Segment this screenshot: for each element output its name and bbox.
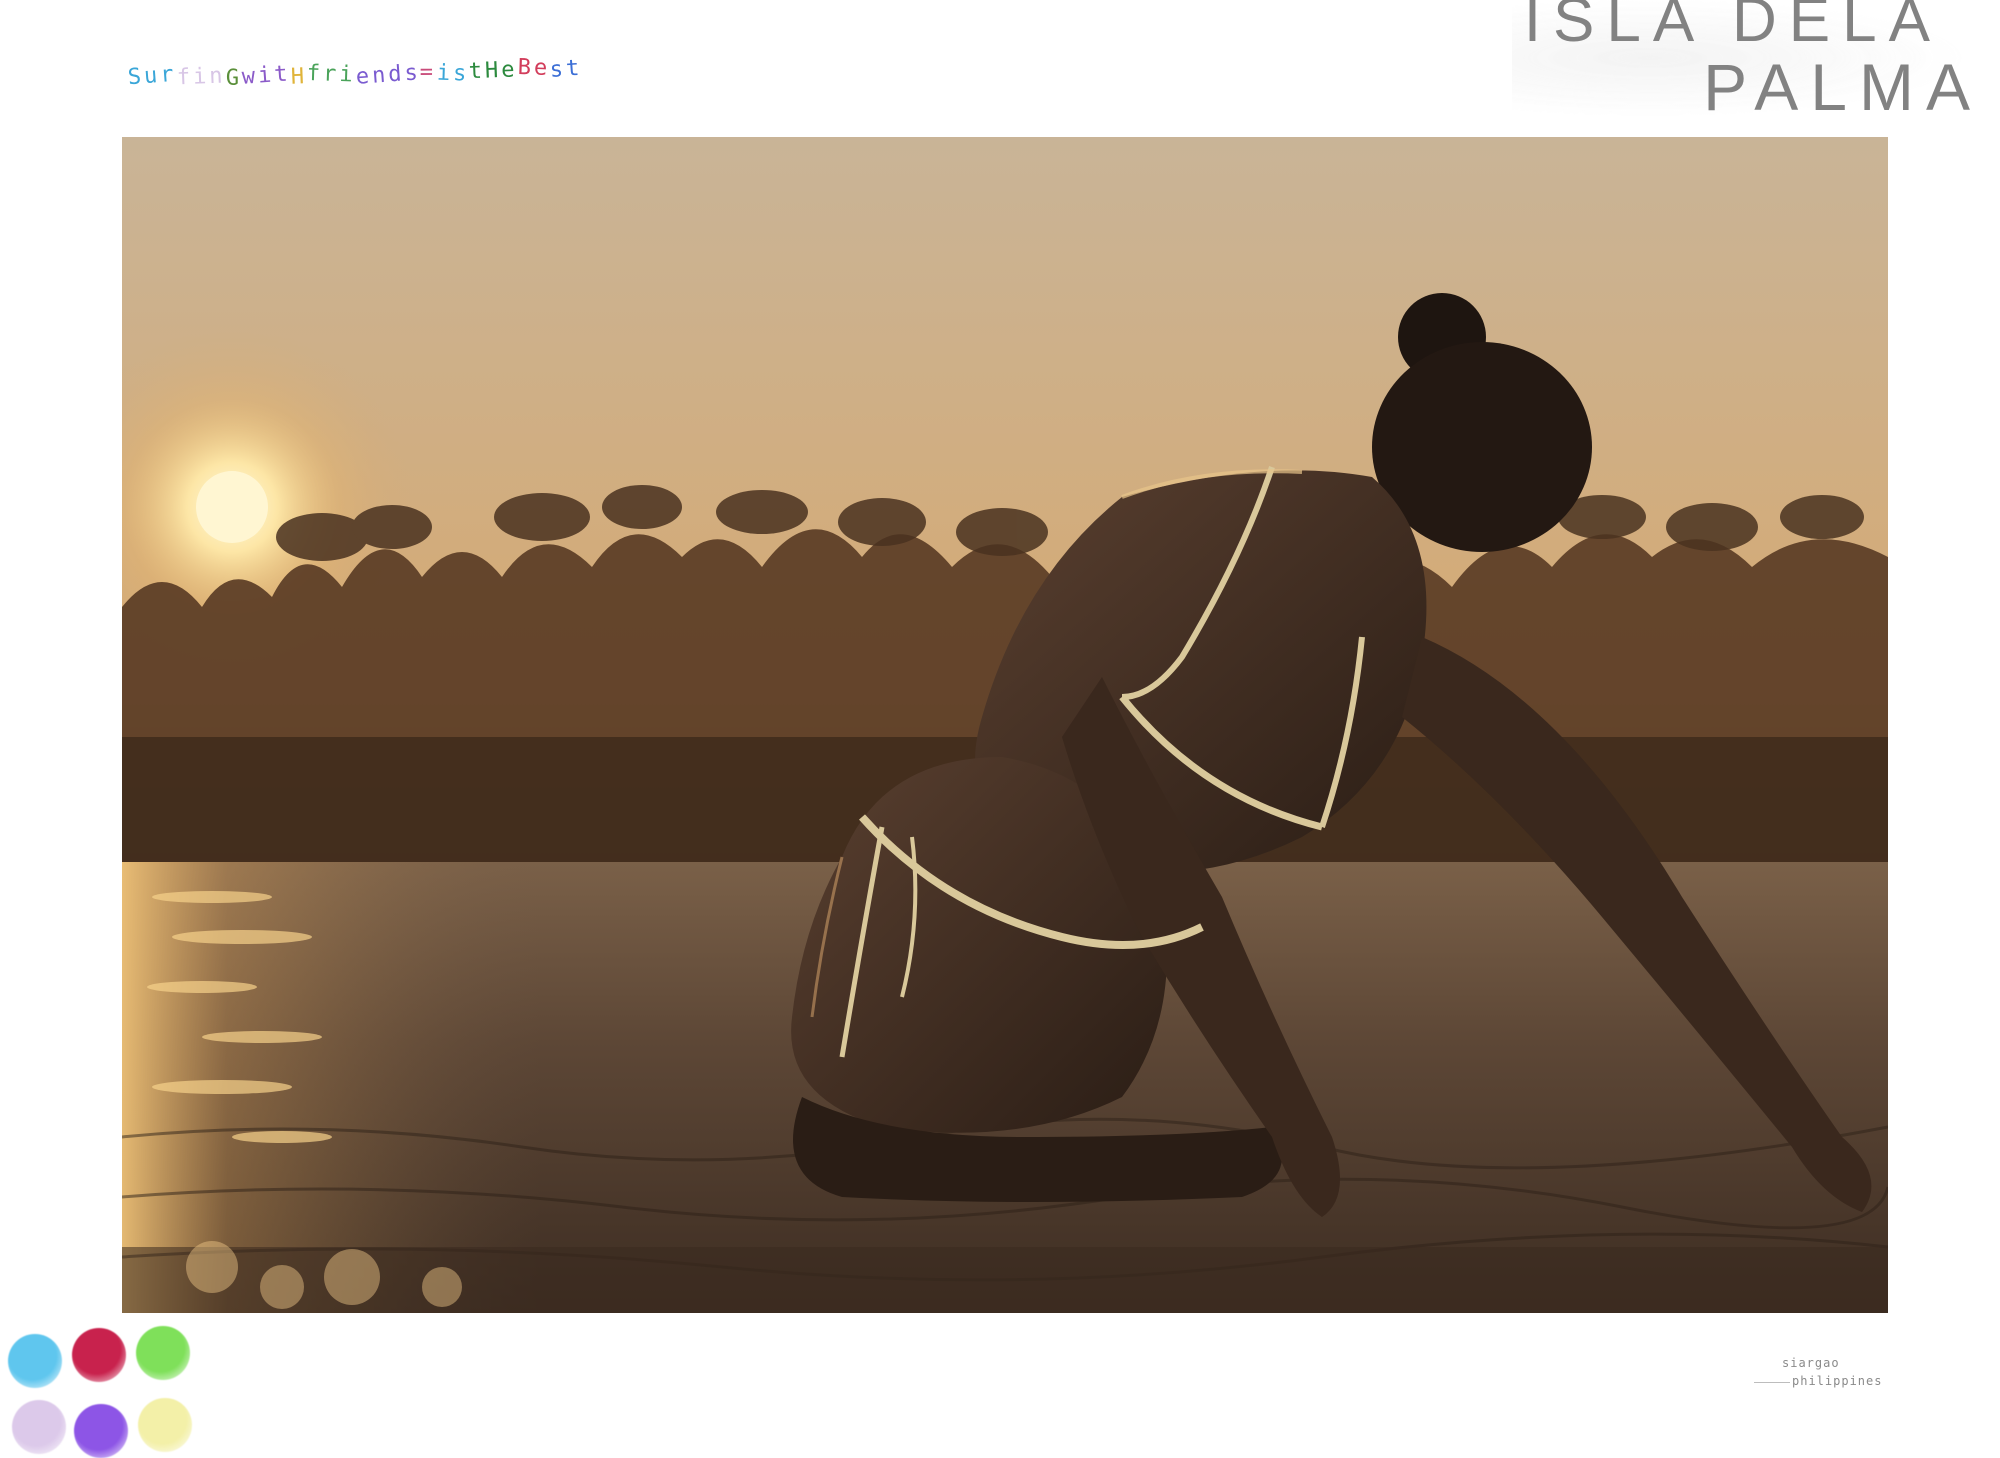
handwritten-caption: SurfinG witH friends =is tHe Best: [126, 54, 584, 106]
caption-fragment: H: [289, 64, 308, 90]
location-dash: [1754, 1382, 1790, 1383]
location-line-1: siargao: [1782, 1356, 1840, 1370]
title-line-1: ISLA DELA: [1523, 0, 1942, 55]
caption-fragment: wit: [240, 61, 292, 90]
swatch-red: [72, 1328, 126, 1382]
caption-fragment: st: [549, 55, 584, 83]
caption-fragment: fin: [176, 63, 226, 91]
caption-fragment: Sur: [126, 61, 178, 91]
caption-fragment: Be: [517, 54, 551, 81]
swatch-blue: [8, 1334, 62, 1388]
caption-fragment: fri: [306, 60, 356, 88]
photo-illustration: [122, 137, 1888, 1313]
location-line-2: philippines: [1792, 1374, 1883, 1388]
swatch-green: [136, 1326, 190, 1380]
swatch-lavender: [12, 1400, 66, 1454]
location-note: siargao philippines: [1734, 1354, 1884, 1396]
caption-fragment: =: [420, 59, 437, 85]
swatch-purple: [74, 1404, 128, 1458]
caption-fragment: ends: [354, 60, 422, 90]
sunset-photo: [122, 137, 1888, 1313]
stamped-title: ISLA DELA PALMA: [1512, 0, 1982, 140]
caption-fragment: tHe: [468, 57, 519, 85]
caption-fragment: is: [436, 60, 470, 87]
title-line-2: PALMA: [1703, 50, 1982, 124]
caption-fragment: G: [225, 65, 242, 91]
